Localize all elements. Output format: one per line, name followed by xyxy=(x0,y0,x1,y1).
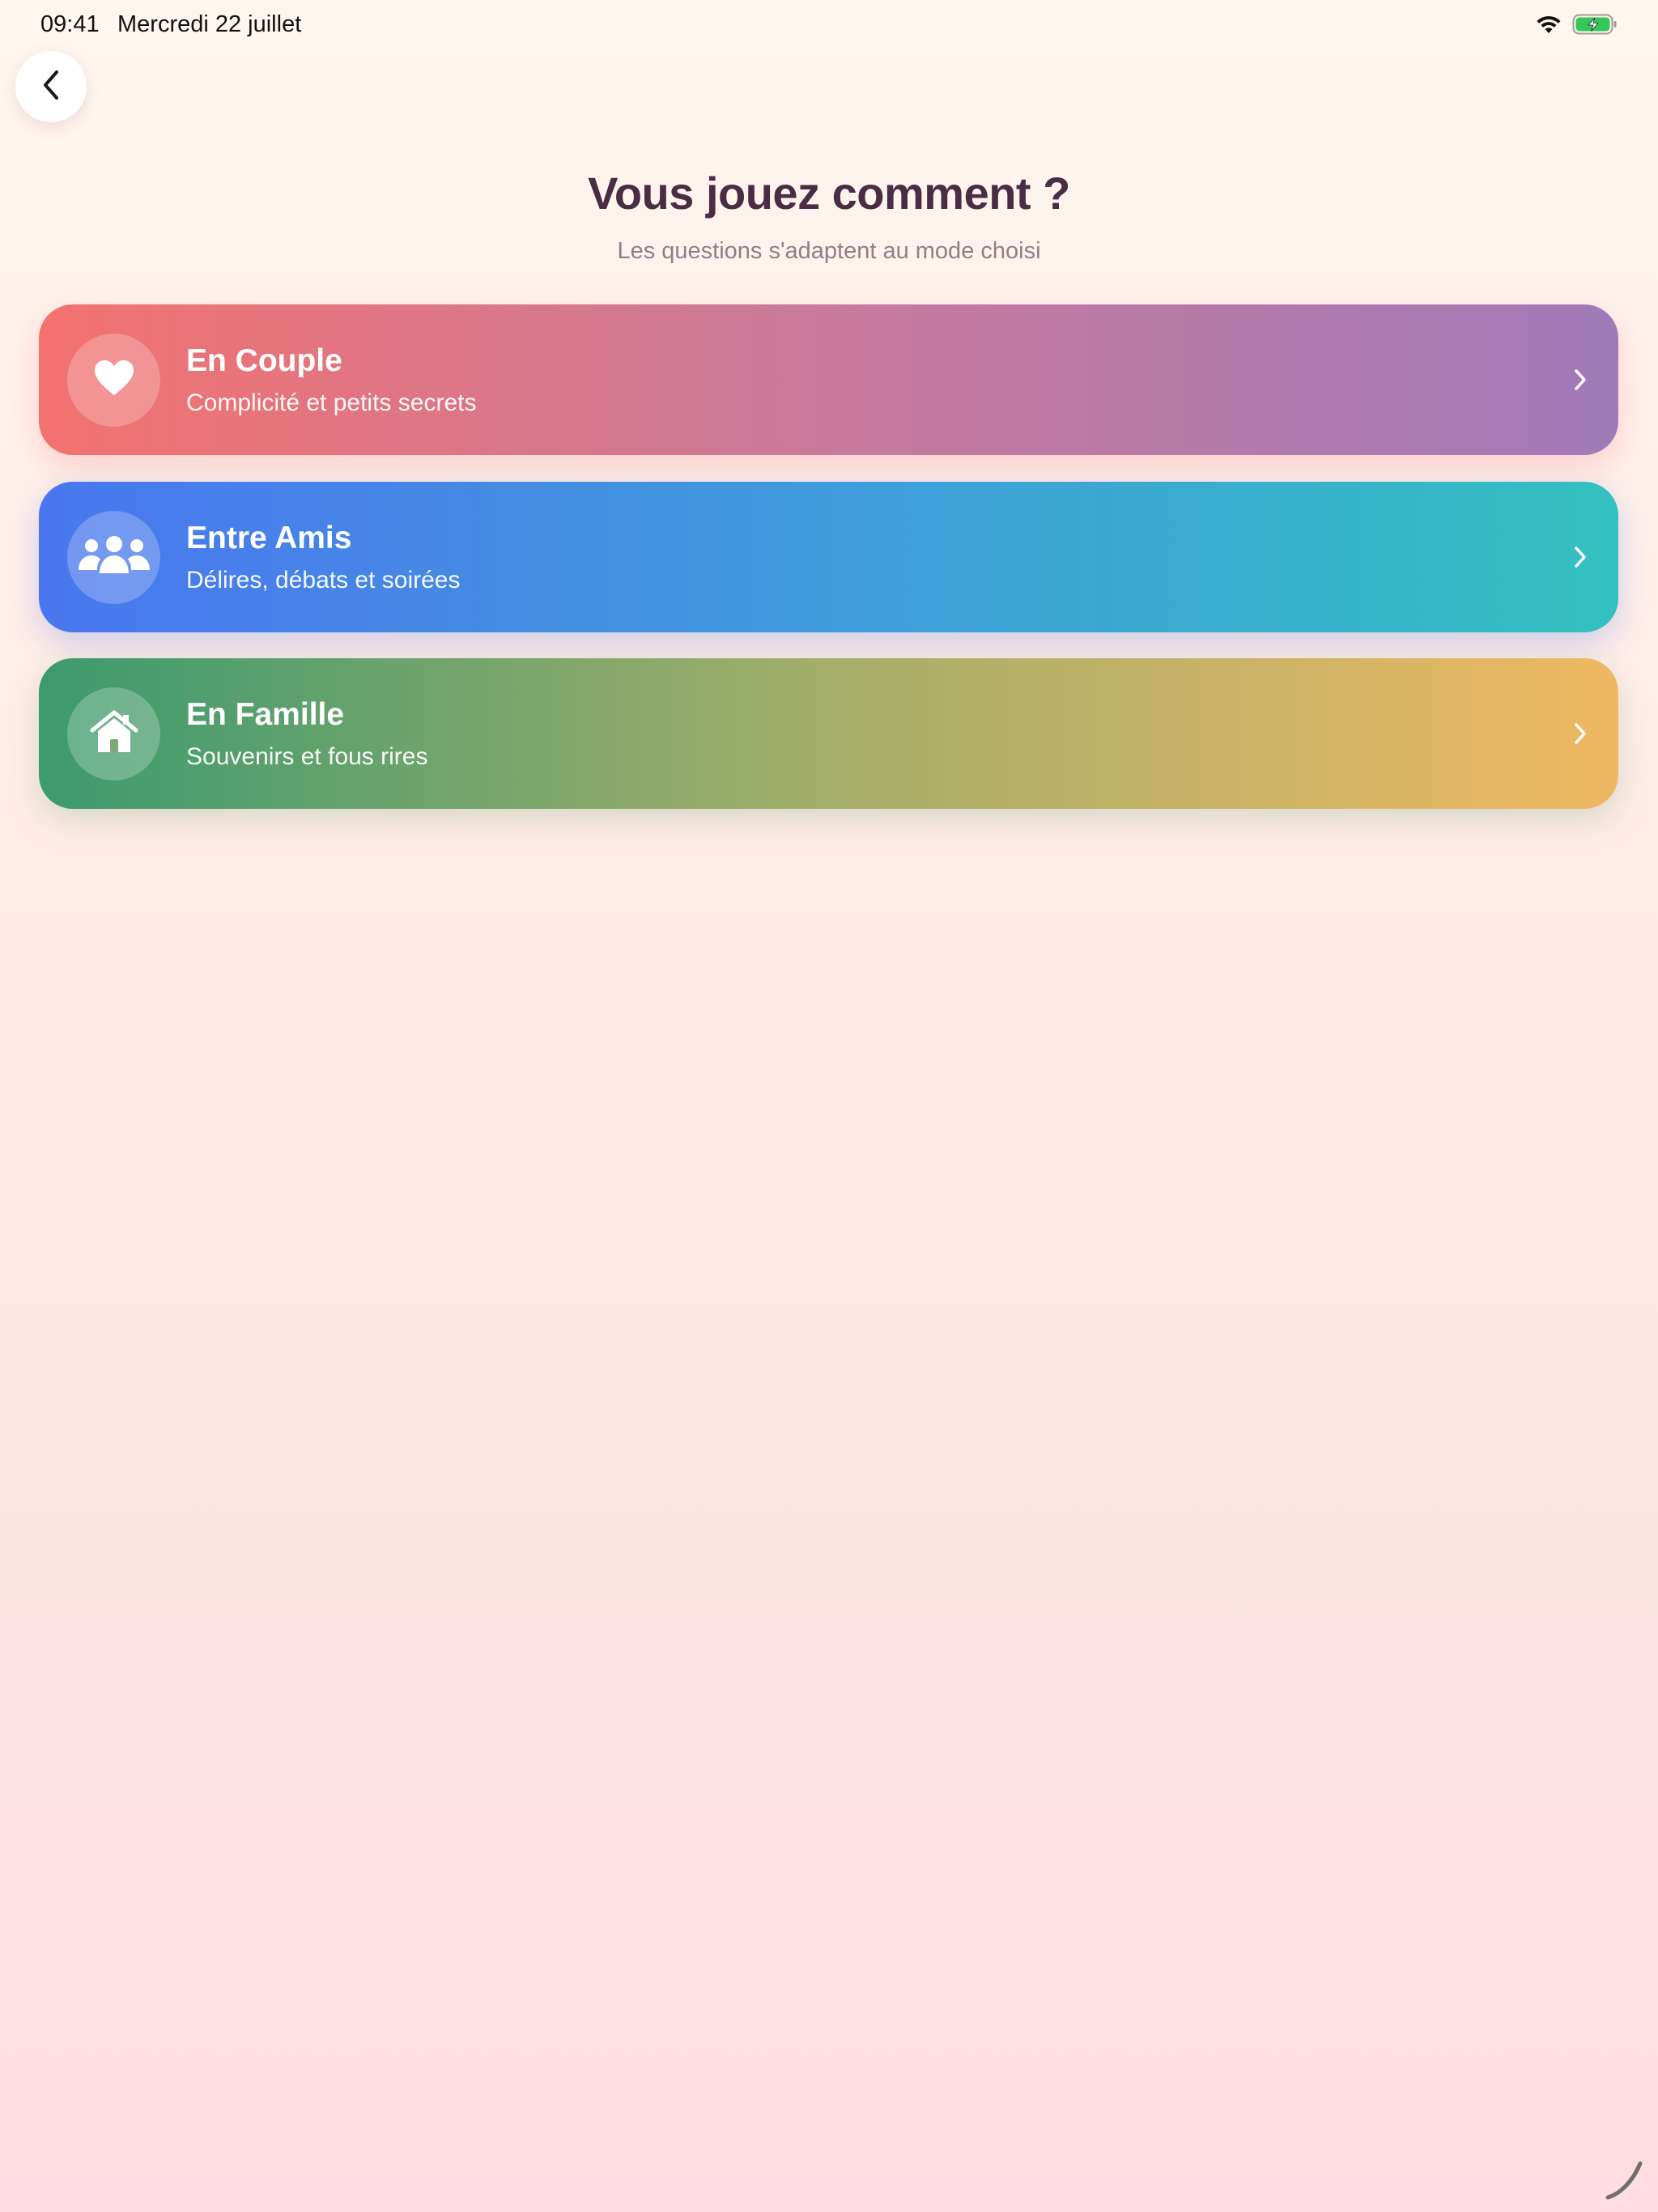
mode-subtitle: Complicité et petits secrets xyxy=(186,389,477,416)
page-subtitle: Les questions s'adaptent au mode choisi xyxy=(617,238,1041,264)
mode-subtitle: Délires, débats et soirées xyxy=(186,567,461,593)
wifi-icon xyxy=(1535,14,1562,39)
mode-card-amis[interactable]: Entre Amis Délires, débats et soirées xyxy=(39,482,1618,632)
mode-title: En Couple xyxy=(186,343,342,378)
chevron-right-icon xyxy=(1567,366,1594,393)
chevron-left-icon xyxy=(39,69,63,105)
back-button[interactable] xyxy=(15,51,87,122)
mode-title: En Famille xyxy=(186,697,345,732)
mode-icon-circle xyxy=(67,511,160,604)
mode-card-couple[interactable]: En Couple Complicité et petits secrets xyxy=(39,304,1618,455)
status-date: Mercredi 22 juillet xyxy=(117,11,302,37)
corner-resize-icon[interactable] xyxy=(1603,2157,1648,2202)
page-title: Vous jouez comment ? xyxy=(588,168,1070,219)
group-icon xyxy=(78,536,151,579)
status-time: 09:41 xyxy=(40,11,100,37)
mode-subtitle: Souvenirs et fous rires xyxy=(186,743,428,770)
battery-charging-icon xyxy=(1572,13,1618,40)
heart-icon xyxy=(94,359,134,401)
chevron-right-icon xyxy=(1567,720,1594,747)
status-bar: 09:41 Mercredi 22 juillet xyxy=(0,0,1658,52)
mode-icon-circle xyxy=(67,334,160,427)
house-icon xyxy=(90,710,138,758)
mode-icon-circle xyxy=(67,687,160,781)
mode-title: Entre Amis xyxy=(186,521,352,555)
chevron-right-icon xyxy=(1567,543,1594,571)
mode-card-famille[interactable]: En Famille Souvenirs et fous rires xyxy=(39,658,1618,809)
status-icons xyxy=(1535,14,1618,38)
